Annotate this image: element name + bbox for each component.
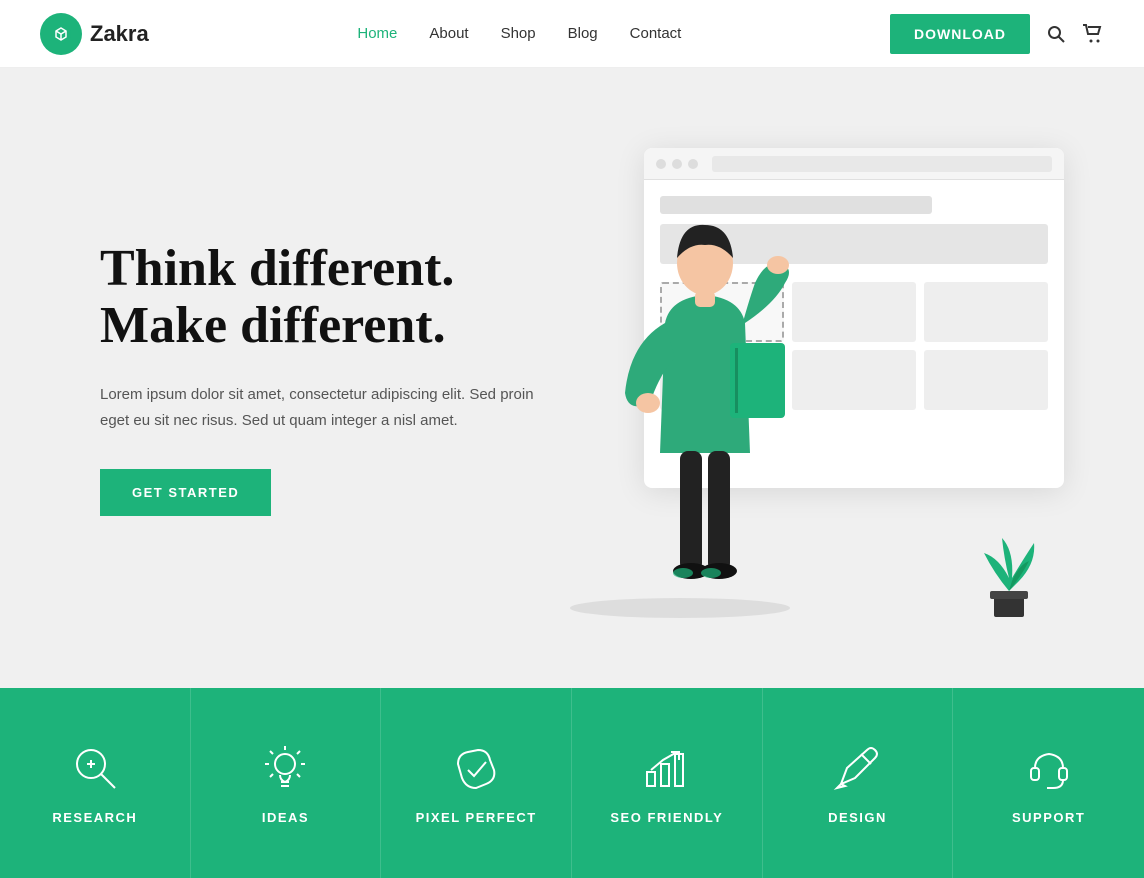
support-icon (1023, 742, 1075, 794)
nav-shop[interactable]: Shop (501, 25, 536, 42)
get-started-button[interactable]: GET STARTED (100, 469, 271, 516)
design-icon (831, 742, 883, 794)
hero-illustration (540, 128, 1064, 628)
seo-friendly-icon (641, 742, 693, 794)
plant-illustration (974, 523, 1044, 628)
search-button[interactable] (1046, 24, 1066, 44)
pixel-perfect-label: PIXEL PERFECT (416, 810, 537, 825)
nav-blog[interactable]: Blog (568, 25, 598, 42)
nav-about[interactable]: About (429, 25, 468, 42)
cart-icon (1082, 24, 1104, 44)
nav-home[interactable]: Home (357, 25, 397, 42)
cart-button[interactable] (1082, 24, 1104, 44)
feature-seo-friendly[interactable]: SEO FRIENDLY (572, 688, 763, 878)
ideas-icon (259, 742, 311, 794)
header: Zakra Home About Shop Blog Contact DOWNL… (0, 0, 1144, 68)
hero-content: Think different. Make different. Lorem i… (100, 240, 540, 516)
feature-support[interactable]: SUPPORT (953, 688, 1144, 878)
logo[interactable]: Zakra (40, 13, 149, 55)
ideas-label: IDEAS (262, 810, 309, 825)
feature-pixel-perfect[interactable]: PIXEL PERFECT (381, 688, 572, 878)
header-actions: DOWNLOAD (890, 14, 1104, 54)
feature-design[interactable]: DESIGN (763, 688, 954, 878)
logo-text: Zakra (90, 21, 149, 47)
search-icon (1046, 24, 1066, 44)
hero-section: Think different. Make different. Lorem i… (0, 68, 1144, 688)
download-button[interactable]: DOWNLOAD (890, 14, 1030, 54)
support-label: SUPPORT (1012, 810, 1085, 825)
design-label: DESIGN (828, 810, 887, 825)
research-label: RESEARCH (52, 810, 137, 825)
logo-icon (40, 13, 82, 55)
feature-ideas[interactable]: IDEAS (191, 688, 382, 878)
nav-contact[interactable]: Contact (630, 25, 682, 42)
hero-title: Think different. Make different. (100, 240, 540, 354)
research-icon (69, 742, 121, 794)
nav: Home About Shop Blog Contact (357, 25, 681, 42)
features-bar: RESEARCH IDEAS PIXEL PERFECT (0, 688, 1144, 878)
hero-description: Lorem ipsum dolor sit amet, consectetur … (100, 382, 540, 433)
seo-friendly-label: SEO FRIENDLY (610, 810, 723, 825)
pixel-perfect-icon (450, 742, 502, 794)
person-illustration (600, 203, 800, 628)
feature-research[interactable]: RESEARCH (0, 688, 191, 878)
